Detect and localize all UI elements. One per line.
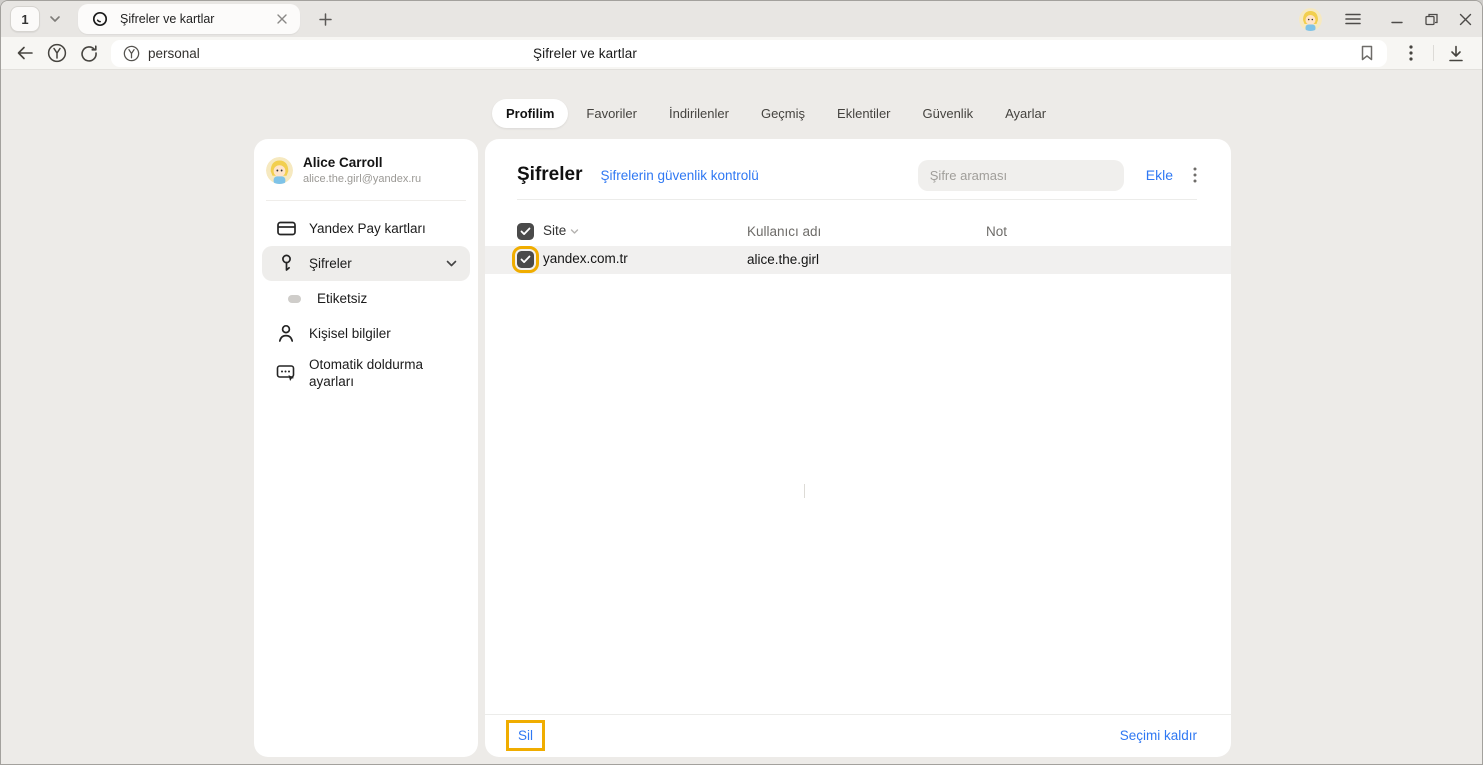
column-header-username[interactable]: Kullanıcı adı	[747, 224, 821, 239]
refresh-button[interactable]	[73, 39, 105, 67]
password-table-row[interactable]: yandex.com.tr alice.the.girl	[485, 246, 1231, 274]
sidebar-item-label: Etiketsiz	[317, 291, 367, 306]
window-close-button[interactable]	[1448, 6, 1482, 32]
delete-button[interactable]: Sil	[509, 723, 542, 748]
person-icon	[276, 324, 296, 343]
tab-counter-button[interactable]: 1	[10, 6, 40, 32]
url-text: personal	[148, 46, 200, 61]
sidebar-item-label: Otomatik doldurma ayarları	[309, 352, 449, 395]
sidebar-item-personal-info[interactable]: Kişisel bilgiler	[262, 316, 470, 351]
tab-list-chevron-down-icon[interactable]	[48, 12, 62, 26]
card-icon	[276, 221, 296, 236]
sidebar-item-label: Kişisel bilgiler	[309, 326, 391, 341]
row-username: alice.the.girl	[747, 252, 819, 267]
yandex-home-button[interactable]	[41, 39, 73, 67]
sort-chevron-down-icon	[570, 227, 579, 236]
sidebar-item-label: Yandex Pay kartları	[309, 221, 426, 236]
profile-email: alice.the.girl@yandex.ru	[303, 172, 421, 186]
sidebar-item-passwords[interactable]: Şifreler	[262, 246, 470, 281]
tab-eklentiler[interactable]: Eklentiler	[823, 99, 904, 128]
toolbar-right-group	[1395, 39, 1472, 67]
address-bar-page-title: Şifreler ve kartlar	[533, 40, 637, 67]
column-header-note[interactable]: Not	[986, 224, 1007, 239]
profile-name: Alice Carroll	[303, 155, 421, 172]
address-bar-site-group: personal	[123, 45, 200, 62]
tab-indirilenler[interactable]: İndirilenler	[655, 99, 743, 128]
browser-menu-hamburger-icon[interactable]	[1336, 6, 1370, 32]
browser-profile-avatar[interactable]	[1299, 8, 1322, 31]
yandex-site-icon	[123, 45, 140, 62]
passwords-header: Şifreler Şifrelerin güvenlik kontrolü Ek…	[517, 159, 1197, 191]
tab-strip: 1 Şifreler ve kartlar	[1, 1, 1482, 37]
tab-gecmis[interactable]: Geçmiş	[747, 99, 819, 128]
toolbar-divider	[1433, 45, 1434, 61]
settings-nav-tabs: Profilim Favoriler İndirilenler Geçmiş E…	[492, 99, 1064, 128]
add-password-button[interactable]: Ekle	[1146, 167, 1173, 183]
tab-profilim[interactable]: Profilim	[492, 99, 568, 128]
security-check-link[interactable]: Şifrelerin güvenlik kontrolü	[600, 168, 758, 183]
window-restore-button[interactable]	[1414, 6, 1448, 32]
tab-counter-value: 1	[21, 12, 28, 27]
sidebar-item-untagged[interactable]: Etiketsiz	[262, 281, 470, 316]
panel-title: Şifreler	[517, 164, 582, 186]
settings-page: Profilim Favoriler İndirilenler Geçmiş E…	[1, 71, 1483, 765]
tab-favicon-smiley-icon	[92, 11, 108, 27]
sidebar-panel: Alice Carroll alice.the.girl@yandex.ru Y…	[254, 139, 478, 757]
bookmark-icon[interactable]	[1359, 44, 1375, 62]
back-button[interactable]	[9, 39, 41, 67]
password-search-input[interactable]	[918, 160, 1124, 191]
browser-toolbar: personal Şifreler ve kartlar	[1, 37, 1482, 70]
profile-card[interactable]: Alice Carroll alice.the.girl@yandex.ru	[254, 139, 478, 198]
column-header-site[interactable]: Site	[543, 223, 579, 238]
row-checkbox[interactable]	[517, 251, 534, 268]
window-minimize-button[interactable]	[1380, 6, 1414, 32]
autofill-icon	[276, 364, 296, 383]
toolbar-more-dots-icon[interactable]	[1395, 39, 1427, 67]
tab-guvenlik[interactable]: Güvenlik	[909, 99, 988, 128]
table-header-row: Site Kullanıcı adı Not	[485, 218, 1231, 246]
avatar-girl-icon	[1299, 8, 1322, 31]
sidebar-item-yandex-pay-cards[interactable]: Yandex Pay kartları	[262, 211, 470, 246]
checkbox-checked-icon-highlighted	[517, 251, 534, 268]
key-icon	[276, 254, 296, 273]
tab-close-icon[interactable]	[274, 11, 290, 27]
sidebar-item-label: Şifreler	[309, 256, 352, 271]
sidebar-divider	[266, 200, 466, 201]
checkbox-checked-icon	[517, 223, 534, 240]
sidebar-item-autofill-settings[interactable]: Otomatik doldurma ayarları	[262, 351, 470, 395]
footer-divider	[485, 714, 1231, 715]
chevron-down-icon[interactable]	[445, 257, 458, 270]
text-cursor	[804, 484, 805, 498]
tab-ayarlar[interactable]: Ayarlar	[991, 99, 1060, 128]
tab-title: Şifreler ve kartlar	[120, 12, 274, 26]
select-all-checkbox[interactable]	[517, 223, 534, 240]
downloads-button[interactable]	[1440, 39, 1472, 67]
clear-selection-button[interactable]: Seçimi kaldır	[1120, 728, 1197, 743]
new-tab-button[interactable]	[312, 6, 338, 32]
profile-avatar-girl-icon	[266, 157, 293, 184]
profile-text: Alice Carroll alice.the.girl@yandex.ru	[303, 155, 421, 186]
active-browser-tab[interactable]: Şifreler ve kartlar	[78, 4, 300, 34]
address-bar[interactable]: personal Şifreler ve kartlar	[111, 40, 1387, 67]
browser-window: 1 Şifreler ve kartlar	[0, 0, 1483, 765]
row-site: yandex.com.tr	[543, 251, 628, 266]
passwords-panel: Şifreler Şifrelerin güvenlik kontrolü Ek…	[485, 139, 1231, 757]
tab-favoriler[interactable]: Favoriler	[572, 99, 651, 128]
tag-icon	[284, 295, 304, 303]
panel-more-dots-icon[interactable]	[1193, 167, 1197, 183]
header-divider	[517, 199, 1197, 200]
